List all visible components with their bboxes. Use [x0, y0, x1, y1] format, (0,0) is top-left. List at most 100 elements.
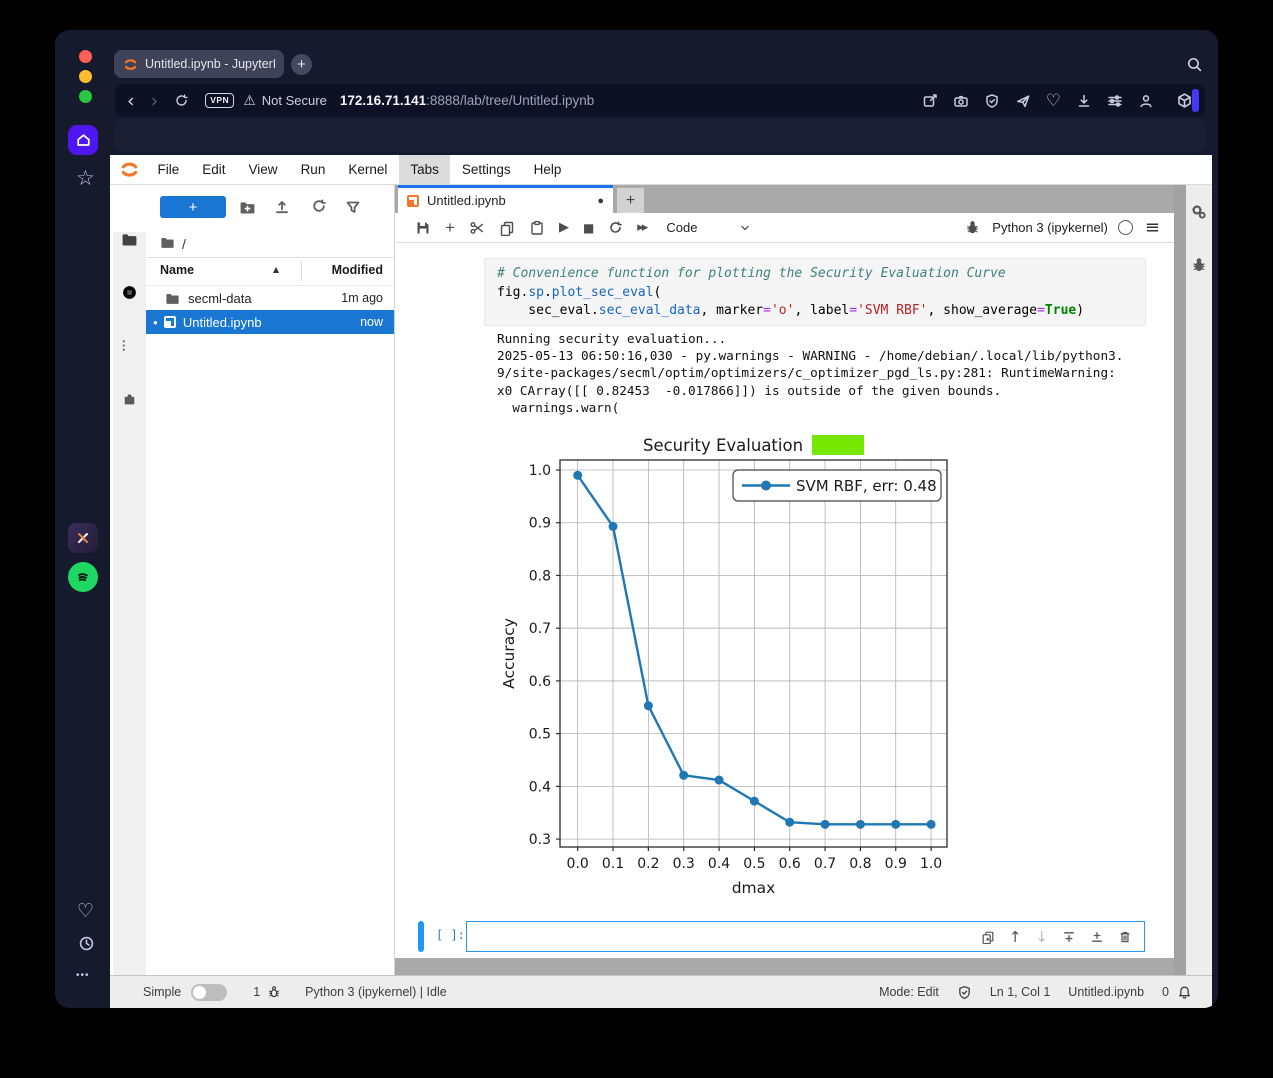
trust-shield-icon[interactable]: [957, 985, 972, 1000]
reload-button[interactable]: [174, 93, 189, 108]
download-icon[interactable]: [1076, 93, 1092, 109]
kernel-name[interactable]: Python 3 (ipykernel): [992, 220, 1108, 235]
svg-text:0.6: 0.6: [529, 674, 551, 690]
panel-divider[interactable]: [1174, 185, 1186, 975]
refresh-icon[interactable]: [311, 198, 327, 214]
heart-sidebar-icon[interactable]: ♡: [77, 900, 94, 922]
column-header-name[interactable]: Name: [160, 263, 194, 277]
statusbar-bug-icon[interactable]: [267, 985, 281, 999]
extensions-cube-icon[interactable]: [1176, 92, 1193, 109]
new-folder-icon[interactable]: [239, 199, 256, 216]
filter-files-icon[interactable]: [345, 199, 361, 215]
file-row-secml-data[interactable]: secml-data 1m ago: [146, 286, 394, 310]
save-icon[interactable]: [415, 220, 431, 236]
upload-icon[interactable]: [274, 199, 290, 215]
breadcrumb-folder-icon[interactable]: [160, 235, 175, 250]
interrupt-kernel-icon[interactable]: ■: [583, 221, 594, 235]
table-of-contents-tab-icon[interactable]: [113, 328, 146, 362]
new-tab-button[interactable]: +: [291, 54, 312, 75]
close-window-button[interactable]: [79, 50, 92, 63]
cell-type-select[interactable]: Code: [666, 220, 697, 235]
vpn-badge[interactable]: VPN: [205, 93, 234, 108]
file-modified: now: [360, 315, 383, 329]
url-host[interactable]: 172.16.71.141: [340, 93, 426, 108]
code-lines: # Convenience function for plotting the …: [497, 265, 1133, 321]
menu-run[interactable]: Run: [289, 155, 337, 185]
notifications-count[interactable]: 0: [1162, 985, 1169, 999]
home-icon[interactable]: [68, 125, 98, 155]
sliders-icon[interactable]: [1107, 93, 1123, 109]
property-inspector-icon[interactable]: [1191, 204, 1207, 220]
insert-cell-below-icon[interactable]: [1090, 930, 1104, 944]
hamburger-menu-icon[interactable]: ≡: [1145, 217, 1160, 238]
svg-text:1.0: 1.0: [529, 463, 551, 479]
code-cell-input[interactable]: # Convenience function for plotting the …: [484, 258, 1146, 326]
notebook-scroll-area[interactable]: # Convenience function for plotting the …: [395, 243, 1174, 958]
menu-tabs[interactable]: Tabs: [399, 155, 451, 185]
security-label[interactable]: Not Secure: [262, 93, 327, 108]
menu-file[interactable]: File: [146, 155, 191, 185]
clock-icon[interactable]: [78, 935, 95, 952]
statusbar-filename: Untitled.ipynb: [1068, 985, 1144, 999]
restart-kernel-icon[interactable]: [608, 220, 623, 235]
browser-tab[interactable]: Untitled.ipynb - JupyterLab: [114, 50, 284, 78]
move-cell-down-icon[interactable]: ↓: [1035, 928, 1048, 946]
camera-icon[interactable]: [953, 93, 969, 109]
sort-ascending-icon[interactable]: ▲: [273, 265, 279, 274]
share-icon[interactable]: [1015, 93, 1031, 109]
shield-icon[interactable]: [984, 93, 1000, 109]
bell-icon[interactable]: [1177, 985, 1192, 1000]
star-icon[interactable]: ☆: [76, 166, 95, 190]
warning-icon: ⚠: [243, 93, 256, 109]
kernel-status-label[interactable]: Python 3 (ipykernel) | Idle: [305, 985, 447, 999]
kernel-status-icon[interactable]: [1118, 220, 1133, 235]
more-options-icon[interactable]: •••: [76, 970, 90, 981]
jupyter-favicon: [123, 57, 138, 72]
running-kernels-tab-icon[interactable]: [113, 275, 146, 309]
browser-window: ☆ ♡ ••• Untitled.ipynb - JupyterLab + ‹ …: [55, 30, 1218, 1008]
insert-cell-icon[interactable]: +: [445, 218, 455, 238]
cursor-position[interactable]: Ln 1, Col 1: [990, 985, 1050, 999]
search-icon[interactable]: [1186, 56, 1203, 78]
simple-mode-toggle[interactable]: [191, 984, 227, 1001]
menu-help[interactable]: Help: [522, 155, 573, 185]
menu-settings[interactable]: Settings: [450, 155, 522, 185]
compose-icon[interactable]: [922, 93, 938, 109]
warnings-count[interactable]: 1: [253, 985, 260, 999]
paste-cell-icon[interactable]: [529, 220, 545, 236]
new-launcher-button[interactable]: +: [160, 196, 226, 218]
delete-cell-icon[interactable]: [1118, 930, 1132, 944]
new-notebook-tab-button[interactable]: +: [617, 188, 644, 213]
empty-cell-input[interactable]: ↑ ↓: [466, 921, 1145, 952]
toolbox-app-icon[interactable]: [68, 523, 98, 553]
menu-edit[interactable]: Edit: [191, 155, 237, 185]
extension-manager-tab-icon[interactable]: [113, 381, 146, 415]
minimize-window-button[interactable]: [79, 70, 92, 83]
chevron-down-icon[interactable]: [739, 222, 751, 234]
profile-icon[interactable]: [1138, 93, 1154, 109]
breadcrumb[interactable]: /: [182, 236, 186, 252]
debugger-sidebar-icon[interactable]: [1191, 257, 1207, 273]
duplicate-cell-icon[interactable]: [981, 930, 995, 944]
menu-view[interactable]: View: [237, 155, 289, 185]
forward-button[interactable]: ›: [151, 90, 159, 112]
url-path[interactable]: :8888/lab/tree/Untitled.ipynb: [426, 93, 594, 108]
back-button[interactable]: ‹: [127, 90, 135, 112]
restart-run-all-icon[interactable]: ▸▸: [637, 220, 646, 235]
run-cell-icon[interactable]: ▶: [559, 220, 569, 235]
insert-cell-above-icon[interactable]: [1062, 930, 1076, 944]
menu-kernel[interactable]: Kernel: [337, 155, 399, 185]
column-header-modified[interactable]: Modified: [309, 263, 383, 277]
move-cell-up-icon[interactable]: ↑: [1009, 928, 1022, 946]
file-row-untitled-ipynb[interactable]: ● Untitled.ipynb now: [146, 310, 394, 334]
tab-modified-dot[interactable]: ●: [597, 195, 604, 207]
spotify-app-icon[interactable]: [68, 562, 98, 592]
notebook-tab[interactable]: Untitled.ipynb ●: [398, 188, 613, 213]
file-browser-tab-icon[interactable]: [113, 222, 146, 256]
copy-cell-icon[interactable]: [499, 220, 515, 236]
cut-cell-icon[interactable]: [469, 220, 485, 236]
maximize-window-button[interactable]: [79, 90, 92, 103]
sidebar-indicator-bar[interactable]: [1192, 89, 1199, 112]
favorites-heart-icon[interactable]: ♡: [1046, 91, 1061, 111]
debugger-bug-icon[interactable]: [965, 220, 980, 235]
